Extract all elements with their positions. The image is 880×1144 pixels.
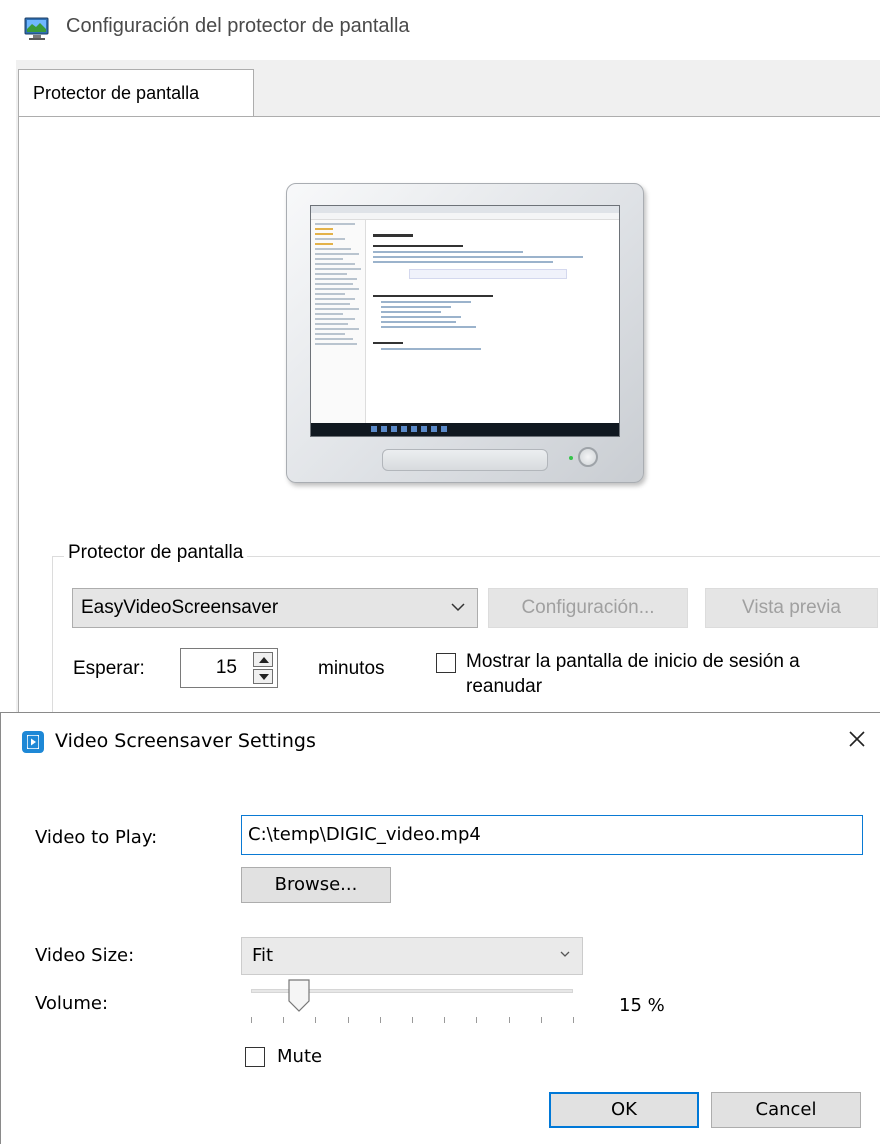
chevron-down-icon [451, 603, 465, 612]
screen-saver-monitor-icon [24, 17, 49, 40]
preview-browser-tabs [311, 206, 619, 213]
volume-label: Volume: [35, 993, 109, 1014]
video-settings-dialog: Video Screensaver Settings Video to Play… [0, 712, 880, 1144]
slider-tick [540, 1017, 542, 1023]
slider-tick [444, 1017, 446, 1023]
preview-file-tree [311, 220, 366, 425]
video-size-select[interactable]: Fit [241, 937, 583, 975]
wait-label: Esperar: [73, 658, 145, 679]
monitor-base-panel [382, 449, 548, 471]
play-icon [27, 735, 39, 749]
resume-login-label-line2: reanudar [466, 676, 543, 697]
video-size-label: Video Size: [35, 945, 135, 966]
resume-login-label-line1: Mostrar la pantalla de inicio de sesión … [466, 651, 800, 672]
slider-tick [379, 1017, 381, 1023]
video-to-play-label: Video to Play: [35, 827, 158, 848]
preview-browser-url-bar [311, 213, 619, 220]
slider-tick [283, 1017, 285, 1023]
settings-dialog-title: Video Screensaver Settings [55, 730, 316, 752]
play-app-icon [22, 731, 44, 753]
screensaver-settings-button[interactable]: Configuración... [488, 588, 688, 628]
preview-page-content [373, 226, 603, 353]
screensaver-preview-monitor [286, 183, 644, 483]
volume-value: 15 % [619, 995, 665, 1016]
slider-tick [573, 1017, 574, 1023]
video-path-field[interactable]: C:\temp\DIGIC_video.mp4 [241, 815, 863, 855]
chevron-down-icon [560, 951, 570, 957]
spin-down-button[interactable] [253, 669, 273, 684]
power-led-icon [569, 456, 573, 460]
slider-tick [508, 1017, 510, 1023]
slider-tick [412, 1017, 413, 1023]
mute-checkbox[interactable] [245, 1047, 265, 1067]
slider-tick [315, 1017, 317, 1023]
browse-button[interactable]: Browse... [241, 867, 391, 903]
video-size-value: Fit [252, 945, 274, 966]
power-button-icon [578, 447, 598, 467]
mute-label: Mute [277, 1046, 323, 1067]
preview-taskbar [311, 423, 619, 436]
resume-login-checkbox[interactable] [436, 653, 456, 673]
volume-slider-ticks [251, 1017, 575, 1027]
window-title-bar: Configuración del protector de pantalla [0, 0, 880, 60]
ok-button[interactable]: OK [549, 1092, 699, 1128]
wait-unit-label: minutos [318, 658, 385, 679]
preview-button[interactable]: Vista previa [705, 588, 878, 628]
screensaver-select-value: EasyVideoScreensaver [81, 597, 279, 618]
wait-minutes-value: 15 [215, 657, 237, 678]
screensaver-select[interactable]: EasyVideoScreensaver [72, 588, 478, 628]
close-icon[interactable] [843, 725, 871, 753]
screensaver-group-label: Protector de pantalla [64, 542, 248, 564]
spin-up-button[interactable] [253, 652, 273, 667]
monitor-preview-screen [310, 205, 620, 437]
screensaver-group-box [52, 556, 880, 726]
cancel-button[interactable]: Cancel [711, 1092, 861, 1128]
spinner-buttons [253, 652, 273, 684]
volume-slider-thumb[interactable] [288, 979, 310, 1012]
window-title: Configuración del protector de pantalla [66, 15, 410, 37]
tab-protector-de-pantalla[interactable]: Protector de pantalla [18, 69, 254, 117]
triangle-up-icon [259, 657, 269, 663]
wait-minutes-spinner[interactable]: 15 [180, 648, 278, 688]
slider-tick [347, 1017, 349, 1023]
slider-tick [476, 1017, 478, 1023]
triangle-down-icon [259, 674, 269, 680]
slider-tick [251, 1017, 252, 1023]
